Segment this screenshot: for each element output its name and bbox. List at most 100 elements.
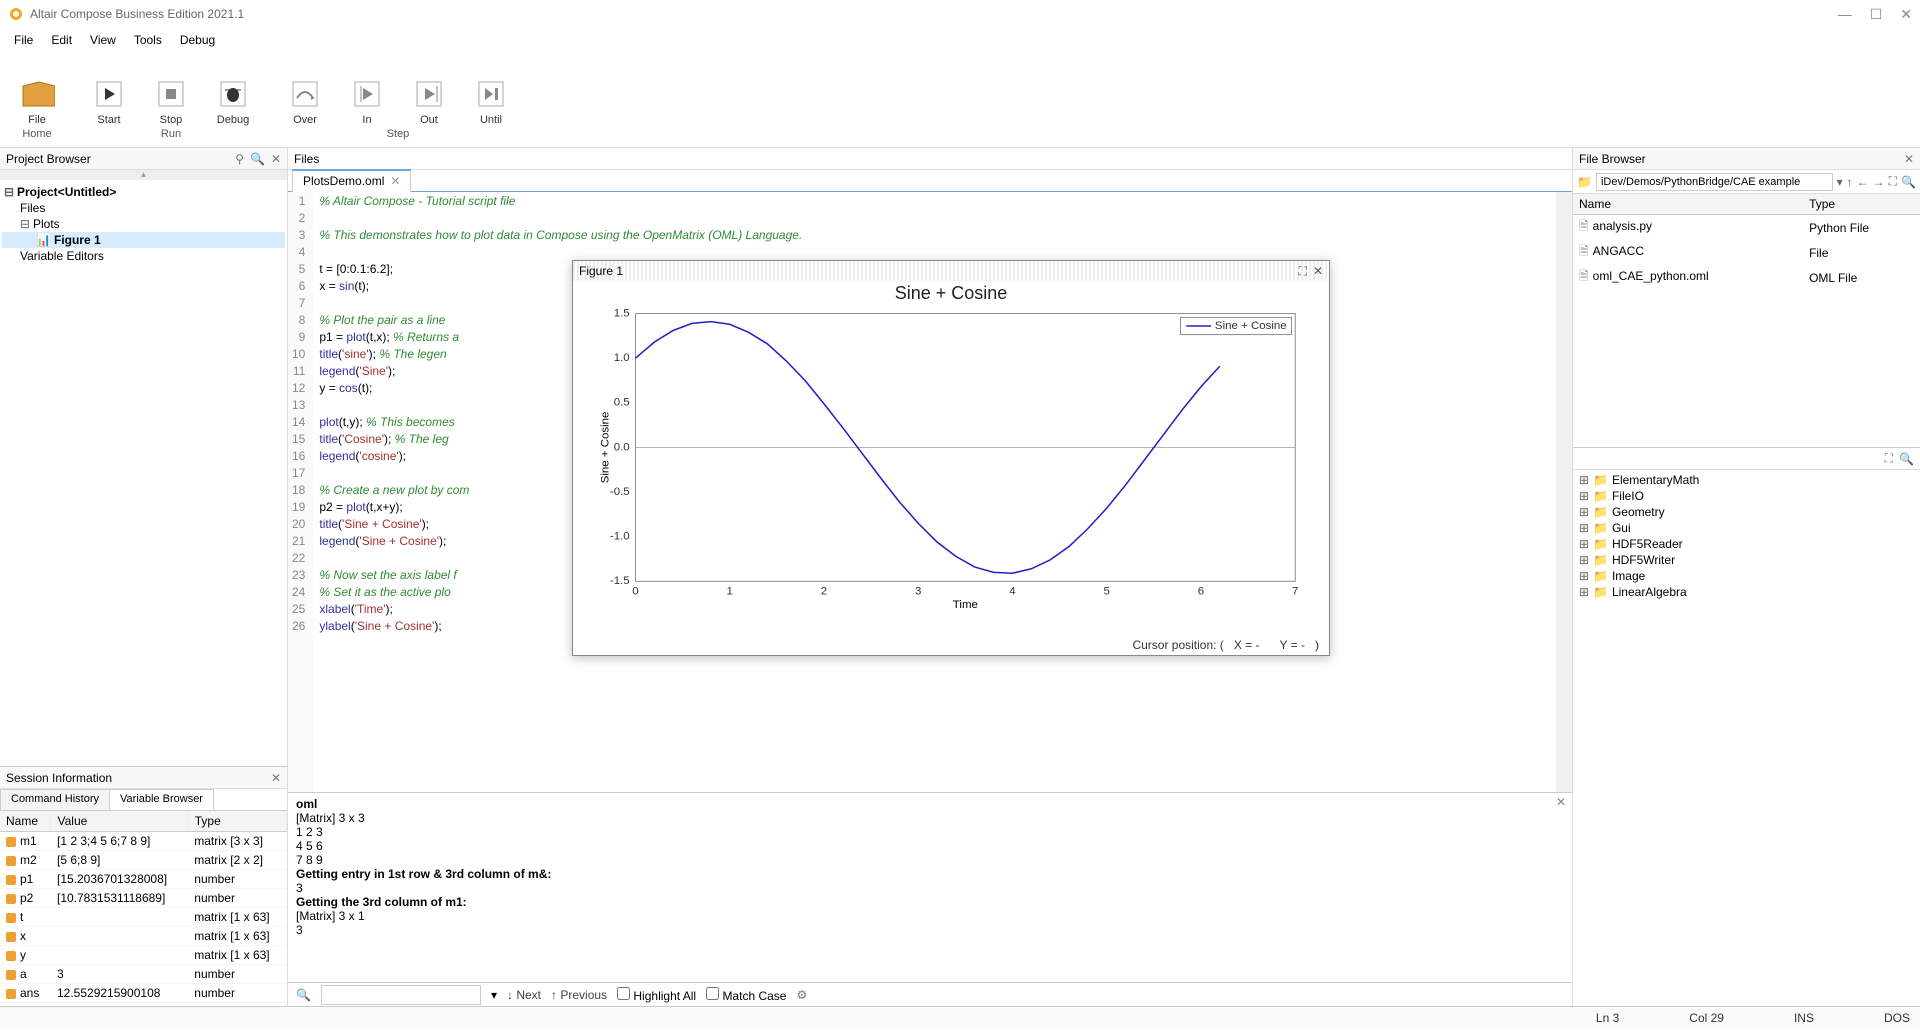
step-out-icon — [411, 76, 447, 112]
tree-root[interactable]: ⊟Project<Untitled> — [2, 184, 285, 200]
file-icon — [19, 76, 55, 112]
lib-item[interactable]: ⊞📁Image — [1575, 568, 1918, 584]
variable-row[interactable]: ymatrix [1 x 63] — [0, 946, 287, 965]
search-icon[interactable]: 🔍 — [250, 152, 265, 166]
menu-file[interactable]: File — [6, 31, 41, 49]
editor-scrollbar[interactable] — [1556, 192, 1572, 792]
tree-files[interactable]: Files — [2, 200, 285, 216]
debug-button[interactable]: Debug — [204, 56, 262, 126]
variable-row[interactable]: p2[10.7831531118689]number — [0, 889, 287, 908]
tab-command-history[interactable]: Command History — [0, 789, 110, 810]
variable-row[interactable]: ans12.5529215900108number — [0, 984, 287, 1003]
svg-text:-0.5: -0.5 — [610, 486, 630, 498]
lib-item[interactable]: ⊞📁Geometry — [1575, 504, 1918, 520]
tree-collapse-bar[interactable]: ▴ — [0, 170, 287, 180]
console[interactable]: ✕ oml[Matrix] 3 x 31 2 34 5 67 8 9Gettin… — [288, 792, 1572, 982]
panel-close-icon[interactable]: ✕ — [271, 771, 281, 785]
lib-item[interactable]: ⊞📁ElementaryMath — [1575, 472, 1918, 488]
path-dropdown-icon[interactable]: ▾ — [1837, 175, 1843, 189]
panel-close-icon[interactable]: ✕ — [1904, 152, 1914, 166]
lib-item[interactable]: ⊞📁HDF5Reader — [1575, 536, 1918, 552]
tree-figure1[interactable]: 📊Figure 1 — [2, 232, 285, 248]
svg-text:6: 6 — [1198, 586, 1204, 598]
start-button[interactable]: Start — [80, 56, 138, 126]
file-row[interactable]: 🗎ANGACCFile — [1573, 240, 1920, 265]
tree-vareditors[interactable]: Variable Editors — [2, 248, 285, 264]
search-icon[interactable]: 🔍 — [1899, 452, 1914, 466]
find-input[interactable] — [321, 985, 481, 1005]
svg-text:Time: Time — [953, 599, 978, 610]
pin-icon[interactable]: ⚲ — [235, 152, 244, 166]
up-icon[interactable]: ↑ — [1847, 175, 1853, 189]
col-value[interactable]: Value — [51, 811, 188, 832]
console-close-icon[interactable]: ✕ — [1556, 795, 1566, 809]
fb-col-name[interactable]: Name — [1573, 194, 1803, 215]
menu-edit[interactable]: Edit — [43, 31, 80, 49]
search-icon[interactable]: 🔍 — [296, 988, 311, 1002]
figure-titlebar[interactable]: Figure 1 ⛶ ✕ — [573, 261, 1329, 281]
find-prev[interactable]: ↑ Previous — [551, 988, 607, 1002]
run-group-label: Run — [161, 128, 181, 140]
file-button[interactable]: File — [8, 56, 66, 126]
variable-row[interactable]: m2[5 6;8 9]matrix [2 x 2] — [0, 851, 287, 870]
step-over-button[interactable]: Over — [276, 56, 334, 126]
close-tab-icon[interactable]: ✕ — [390, 174, 400, 188]
lib-item[interactable]: ⊞📁Gui — [1575, 520, 1918, 536]
maximize-button[interactable]: ☐ — [1870, 6, 1883, 23]
back-icon[interactable]: ← — [1857, 175, 1869, 189]
dropdown-icon[interactable]: ▾ — [491, 988, 497, 1002]
col-name[interactable]: Name — [0, 811, 51, 832]
variable-table: Name Value Type m1[1 2 3;4 5 6;7 8 9]mat… — [0, 811, 287, 1006]
col-type[interactable]: Type — [188, 811, 286, 832]
menu-debug[interactable]: Debug — [172, 31, 223, 49]
file-tab[interactable]: PlotsDemo.oml ✕ — [292, 169, 411, 192]
variable-row[interactable]: tmatrix [1 x 63] — [0, 908, 287, 927]
variable-row[interactable]: xmatrix [1 x 63] — [0, 927, 287, 946]
path-input[interactable] — [1596, 173, 1833, 191]
stop-icon — [153, 76, 189, 112]
step-out-button[interactable]: Out — [400, 56, 458, 126]
variable-row[interactable]: a3number — [0, 965, 287, 984]
panel-close-icon[interactable]: ✕ — [271, 152, 281, 166]
tab-variable-browser[interactable]: Variable Browser — [109, 789, 214, 810]
fb-col-type[interactable]: Type — [1803, 194, 1920, 215]
expand-icon[interactable]: ⛶ — [1889, 174, 1897, 189]
figure-maximize-icon[interactable]: ⛶ — [1299, 264, 1307, 279]
bug-icon — [215, 76, 251, 112]
svg-text:1.0: 1.0 — [614, 352, 630, 364]
figure-window[interactable]: Figure 1 ⛶ ✕ Sine + Cosine 01234567-1.5-… — [572, 260, 1330, 656]
step-in-button[interactable]: In — [338, 56, 396, 126]
variable-row[interactable]: p1[15.2036701328008]number — [0, 870, 287, 889]
chart-icon: 📊 — [36, 233, 51, 247]
step-until-button[interactable]: Until — [462, 56, 520, 126]
lib-item[interactable]: ⊞📁LinearAlgebra — [1575, 584, 1918, 600]
minimize-button[interactable]: — — [1838, 6, 1852, 23]
stop-button[interactable]: Stop — [142, 56, 200, 126]
step-group-label: Step — [387, 128, 410, 140]
plot-canvas: 01234567-1.5-1.0-0.50.00.51.01.5Sine + C… — [573, 304, 1329, 610]
close-button[interactable]: ✕ — [1900, 6, 1912, 23]
expand-icon[interactable]: ⛶ — [1885, 451, 1893, 466]
lib-item[interactable]: ⊞📁FileIO — [1575, 488, 1918, 504]
file-row[interactable]: 🗎oml_CAE_python.omlOML File — [1573, 265, 1920, 290]
variable-row[interactable]: m1[1 2 3;4 5 6;7 8 9]matrix [3 x 3] — [0, 832, 287, 851]
files-label: Files — [294, 152, 319, 166]
figure-close-icon[interactable]: ✕ — [1313, 264, 1323, 279]
menu-tools[interactable]: Tools — [126, 31, 170, 49]
file-list: Name Type 🗎analysis.pyPython File🗎ANGACC… — [1573, 194, 1920, 447]
menu-view[interactable]: View — [82, 31, 124, 49]
file-row[interactable]: 🗎analysis.pyPython File — [1573, 215, 1920, 241]
match-case[interactable]: Match Case — [706, 987, 786, 1003]
lib-item[interactable]: ⊞📁HDF5Writer — [1575, 552, 1918, 568]
titlebar: Altair Compose Business Edition 2021.1 —… — [0, 0, 1920, 28]
fwd-icon[interactable]: → — [1873, 175, 1885, 189]
step-until-icon — [473, 76, 509, 112]
tree-plots[interactable]: ⊟Plots — [2, 216, 285, 232]
find-next[interactable]: ↓ Next — [507, 988, 541, 1002]
options-icon[interactable]: ⚙ — [796, 988, 807, 1002]
status-line: Ln 3 — [1596, 1011, 1619, 1025]
search-icon[interactable]: 🔍 — [1901, 175, 1916, 189]
status-col: Col 29 — [1689, 1011, 1724, 1025]
highlight-all[interactable]: Highlight All — [617, 987, 696, 1003]
app-logo-icon — [8, 6, 24, 22]
